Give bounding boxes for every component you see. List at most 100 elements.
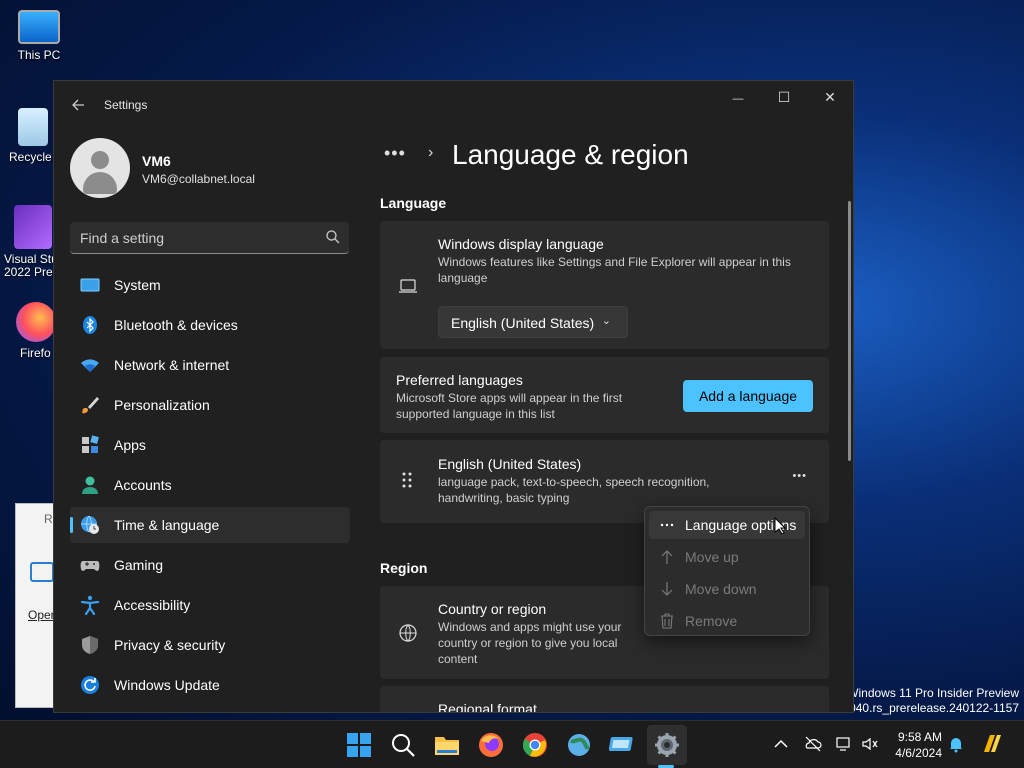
more-options-button[interactable]: ••• [792, 470, 807, 482]
add-language-button[interactable]: Add a language [683, 380, 813, 412]
sidebar-item-label: Time & language [114, 517, 220, 533]
onedrive-offline-icon[interactable] [804, 735, 822, 753]
sidebar-item-accessibility[interactable]: Accessibility [70, 587, 350, 623]
settings-icon[interactable] [653, 731, 681, 759]
network-status-icon[interactable] [835, 735, 853, 753]
volume-muted-icon[interactable] [861, 735, 879, 753]
sidebar-item-windows-update[interactable]: Windows Update [70, 667, 350, 703]
sidebar-item-label: Network & internet [114, 357, 230, 373]
firefox-icon[interactable] [477, 731, 505, 759]
taskbar: 9:58 AM 4/6/2024 [0, 720, 1024, 768]
network-app-icon[interactable] [565, 731, 593, 759]
shield-icon [82, 636, 98, 654]
sidebar-item-apps[interactable]: Apps [70, 427, 350, 463]
bluetooth-icon [83, 316, 97, 334]
monitor-icon [80, 278, 100, 292]
sidebar-item-privacy[interactable]: Privacy & security [70, 627, 350, 663]
remote-desktop-icon[interactable] [609, 731, 637, 759]
card-title: English (United States) [438, 456, 582, 472]
accessibility-icon [80, 595, 100, 615]
search-box[interactable] [70, 222, 349, 254]
card-preferred-languages: Preferred languages Microsoft Store apps… [380, 357, 829, 433]
update-icon [81, 676, 99, 694]
app-title: Settings [104, 98, 148, 112]
avatar-head [91, 151, 109, 169]
background-window[interactable]: R Oper [15, 503, 55, 708]
menu-item-remove[interactable]: Remove [649, 607, 805, 635]
visual-studio-icon [14, 205, 52, 249]
avatar[interactable] [70, 138, 130, 198]
desktop-icon-label: Visual Stu [4, 253, 54, 266]
sidebar-item-bluetooth[interactable]: Bluetooth & devices [70, 307, 350, 343]
card-description: Windows and apps might use your country … [438, 620, 622, 666]
monitor-icon [18, 10, 60, 44]
sidebar-item-label: Accessibility [114, 597, 191, 613]
firefox-icon [16, 302, 56, 342]
back-button[interactable] [66, 93, 90, 117]
profile-email: VM6@collabnet.local [142, 172, 255, 186]
desktop-icon-label: 2022 Prev [4, 266, 54, 279]
brush-icon [82, 397, 99, 414]
chevron-down-icon: ⌄ [601, 315, 611, 327]
sidebar-item-label: Apps [114, 437, 146, 453]
sidebar-item-accounts[interactable]: Accounts [70, 467, 350, 503]
globe-clock-icon [81, 515, 99, 534]
active-indicator [70, 517, 73, 533]
sidebar-item-personalization[interactable]: Personalization [70, 387, 350, 423]
drag-handle-icon[interactable] [402, 472, 412, 488]
wifi-icon [81, 359, 99, 372]
menu-item-label: Move down [685, 581, 757, 597]
sidebar-item-system[interactable]: System [70, 267, 350, 303]
chevron-right-icon: › [428, 144, 434, 161]
arrow-left-icon [72, 99, 84, 111]
search-input[interactable] [80, 228, 310, 248]
sidebar-item-label: Gaming [114, 557, 164, 573]
copilot-icon[interactable] [980, 732, 1004, 756]
desktop-icon-label: This PC [17, 48, 61, 62]
start-icon[interactable] [345, 731, 373, 759]
minimize-icon: — [732, 93, 744, 105]
menu-item-label: Move up [685, 549, 739, 565]
sidebar-item-label: Privacy & security [114, 637, 226, 653]
desktop-icon-this-pc[interactable]: This PC [4, 10, 74, 62]
chrome-icon[interactable] [521, 731, 549, 759]
sidebar-item-label: Personalization [114, 397, 210, 413]
taskbar-clock[interactable]: 9:58 AM 4/6/2024 [888, 729, 942, 761]
close-icon: ✕ [824, 89, 836, 105]
search-icon[interactable] [325, 229, 341, 245]
notification-bell-icon[interactable] [947, 735, 965, 753]
watermark-line-1: Windows 11 Pro Insider Preview [847, 686, 1019, 700]
minimize-button[interactable]: — [715, 81, 761, 113]
chevron-up-icon[interactable] [772, 735, 790, 753]
card-description: Windows features like Settings and File … [438, 255, 791, 285]
file-explorer-icon[interactable] [433, 731, 461, 759]
desktop-icon-recycle-bin[interactable]: Recycle [0, 108, 54, 164]
title-bar[interactable]: Settings — ☐ ✕ [54, 81, 853, 129]
os-watermark: Windows 11 Pro Insider Preview 26040.rs_… [836, 686, 1019, 716]
laptop-icon [399, 279, 417, 293]
maximize-button[interactable]: ☐ [761, 81, 807, 113]
close-button[interactable]: ✕ [807, 81, 853, 113]
search-icon[interactable] [389, 731, 417, 759]
profile-name: VM6 [142, 153, 171, 169]
desktop-icon-firefox[interactable]: Firefo [8, 302, 56, 360]
card-title: Preferred languages [396, 372, 523, 388]
apps-icon [82, 435, 99, 453]
globe-icon [399, 624, 417, 642]
sidebar-item-network[interactable]: Network & internet [70, 347, 350, 383]
desktop-icon-label: Recycle [9, 150, 52, 164]
avatar-body [83, 172, 117, 194]
menu-item-move-up[interactable]: Move up [649, 543, 805, 571]
card-regional-format[interactable]: Regional format [380, 686, 829, 712]
background-window-link[interactable]: Oper [28, 608, 55, 622]
desktop-icon-visual-studio[interactable]: Visual Stu 2022 Prev [0, 205, 54, 279]
display-language-dropdown[interactable]: English (United States) ⌄ [438, 306, 628, 338]
person-icon [82, 476, 98, 494]
menu-item-move-down[interactable]: Move down [649, 575, 805, 603]
sidebar-item-gaming[interactable]: Gaming [70, 547, 350, 583]
background-window-title: R [44, 512, 53, 526]
breadcrumb-more-button[interactable]: ••• [384, 143, 406, 164]
sidebar-item-time-language[interactable]: Time & language [70, 507, 350, 543]
scrollbar[interactable] [848, 201, 851, 461]
more-horizontal-icon [660, 523, 674, 527]
